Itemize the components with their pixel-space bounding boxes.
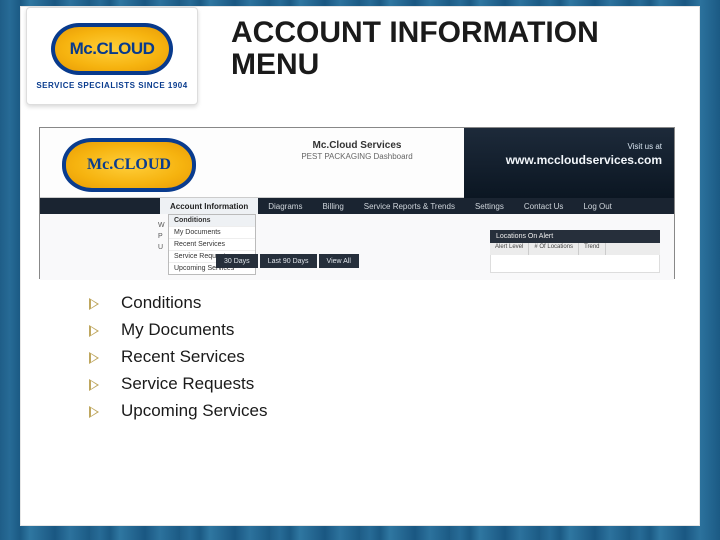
sidebar-letters: W P U xyxy=(158,220,165,253)
bullet-item: Upcoming Services xyxy=(89,401,649,421)
alerts-col-trend: Trend xyxy=(579,243,605,255)
bullet-text-conditions: Conditions xyxy=(121,293,201,313)
nav-settings[interactable]: Settings xyxy=(465,198,514,214)
pill-view-all[interactable]: View All xyxy=(319,254,359,268)
visit-url: www.mccloudservices.com xyxy=(476,153,662,167)
bullet-item: Recent Services xyxy=(89,347,649,367)
visit-label: Visit us at xyxy=(476,142,662,151)
bullet-item: Service Requests xyxy=(89,374,649,394)
dashboard-body: W P U Conditions My Documents Recent Ser… xyxy=(40,214,674,280)
brand-logo-card: Mc.CLOUD SERVICE SPECIALISTS SINCE 1904 xyxy=(26,7,198,105)
nav-billing[interactable]: Billing xyxy=(312,198,353,214)
dropdown-item-recent-services[interactable]: Recent Services xyxy=(169,239,255,251)
sidebar-letter-u: U xyxy=(158,242,165,253)
bullet-text-service-requests: Service Requests xyxy=(121,374,254,394)
range-pill-row: 30 Days Last 90 Days View All xyxy=(216,254,359,268)
bullet-list: Conditions My Documents Recent Services … xyxy=(89,293,649,428)
alerts-columns: Alert Level # Of Locations Trend xyxy=(490,243,660,255)
dashboard-header: Mc.CLOUD Mc.Cloud Services PEST PACKAGIN… xyxy=(40,128,674,198)
sidebar-letter-w: W xyxy=(158,220,165,231)
sidebar-letter-p: P xyxy=(158,231,165,242)
slide-title: ACCOUNT INFORMATION MENU xyxy=(231,17,681,80)
dashboard-nav: Account Information Diagrams Billing Ser… xyxy=(40,198,674,214)
nav-account-information[interactable]: Account Information xyxy=(160,198,258,214)
arrow-icon xyxy=(89,349,105,365)
bullet-text-upcoming-services: Upcoming Services xyxy=(121,401,267,421)
nav-service-reports[interactable]: Service Reports & Trends xyxy=(354,198,465,214)
arrow-icon xyxy=(89,295,105,311)
brand-logo-text: Mc.CLOUD xyxy=(70,39,155,59)
dropdown-item-conditions[interactable]: Conditions xyxy=(169,215,255,227)
pill-90-days[interactable]: Last 90 Days xyxy=(260,254,317,268)
alerts-title: Locations On Alert xyxy=(490,230,660,243)
nav-contact-us[interactable]: Contact Us xyxy=(514,198,574,214)
pill-30-days[interactable]: 30 Days xyxy=(216,254,258,268)
arrow-icon xyxy=(89,403,105,419)
bullet-text-recent-services: Recent Services xyxy=(121,347,245,367)
locations-on-alert-panel: Locations On Alert Alert Level # Of Loca… xyxy=(490,230,660,273)
arrow-icon xyxy=(89,376,105,392)
arrow-icon xyxy=(89,322,105,338)
brand-logo-badge: Mc.CLOUD xyxy=(51,23,173,75)
bullet-item: Conditions xyxy=(89,293,649,313)
brand-tagline: SERVICE SPECIALISTS SINCE 1904 xyxy=(36,81,187,90)
alerts-body-empty xyxy=(490,255,660,273)
nav-diagrams[interactable]: Diagrams xyxy=(258,198,312,214)
alerts-col-level: Alert Level xyxy=(490,243,529,255)
slide-panel: Mc.CLOUD SERVICE SPECIALISTS SINCE 1904 … xyxy=(20,6,700,526)
alerts-col-count: # Of Locations xyxy=(529,243,579,255)
visit-us-panel: Visit us at www.mccloudservices.com xyxy=(464,128,674,198)
nav-log-out[interactable]: Log Out xyxy=(573,198,621,214)
dropdown-item-my-documents[interactable]: My Documents xyxy=(169,227,255,239)
bullet-item: My Documents xyxy=(89,320,649,340)
bullet-text-my-documents: My Documents xyxy=(121,320,234,340)
dashboard-screenshot: Mc.CLOUD Mc.Cloud Services PEST PACKAGIN… xyxy=(39,127,675,279)
